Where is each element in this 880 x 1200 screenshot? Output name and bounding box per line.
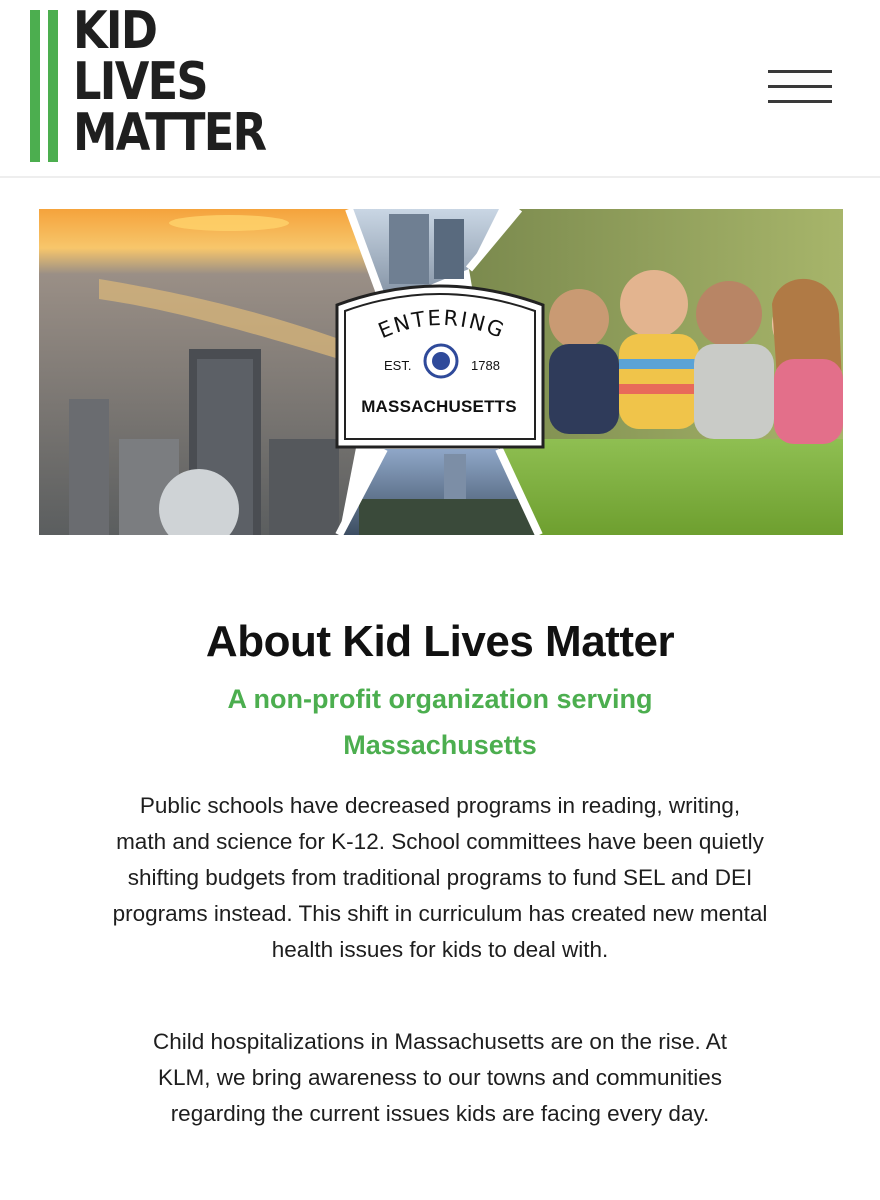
site-header: KID LIVES MATTER [0,0,880,178]
sign-entering-text: ENTERING [375,306,507,343]
sign-est-label: EST. [384,358,412,373]
sign-entering-arc: ENTERING [375,306,509,343]
sign-state-label: MASSACHUSETTS [361,397,517,416]
hero-banner-image: ENTERING [39,209,843,535]
page-title: About Kid Lives Matter [205,617,675,666]
hamburger-menu-icon[interactable] [768,70,832,104]
logo-line-matter: MATTER [73,103,267,163]
about-paragraph-2: Child hospitalizations in Massachusetts … [152,1029,728,1126]
svg-text:ENTERING: ENTERING [375,306,509,343]
sign-year-label: 1788 [471,358,500,373]
logo-line-kid: KID [73,1,158,61]
logo-green-bars [30,10,60,162]
page-subtitle: A non-profit organization serving Massac… [227,684,653,760]
about-paragraph-1: Public schools have decreased programs i… [112,793,768,962]
logo-wordmark: KID LIVES MATTER [73,1,267,163]
logo-line-lives: LIVES [73,52,209,112]
